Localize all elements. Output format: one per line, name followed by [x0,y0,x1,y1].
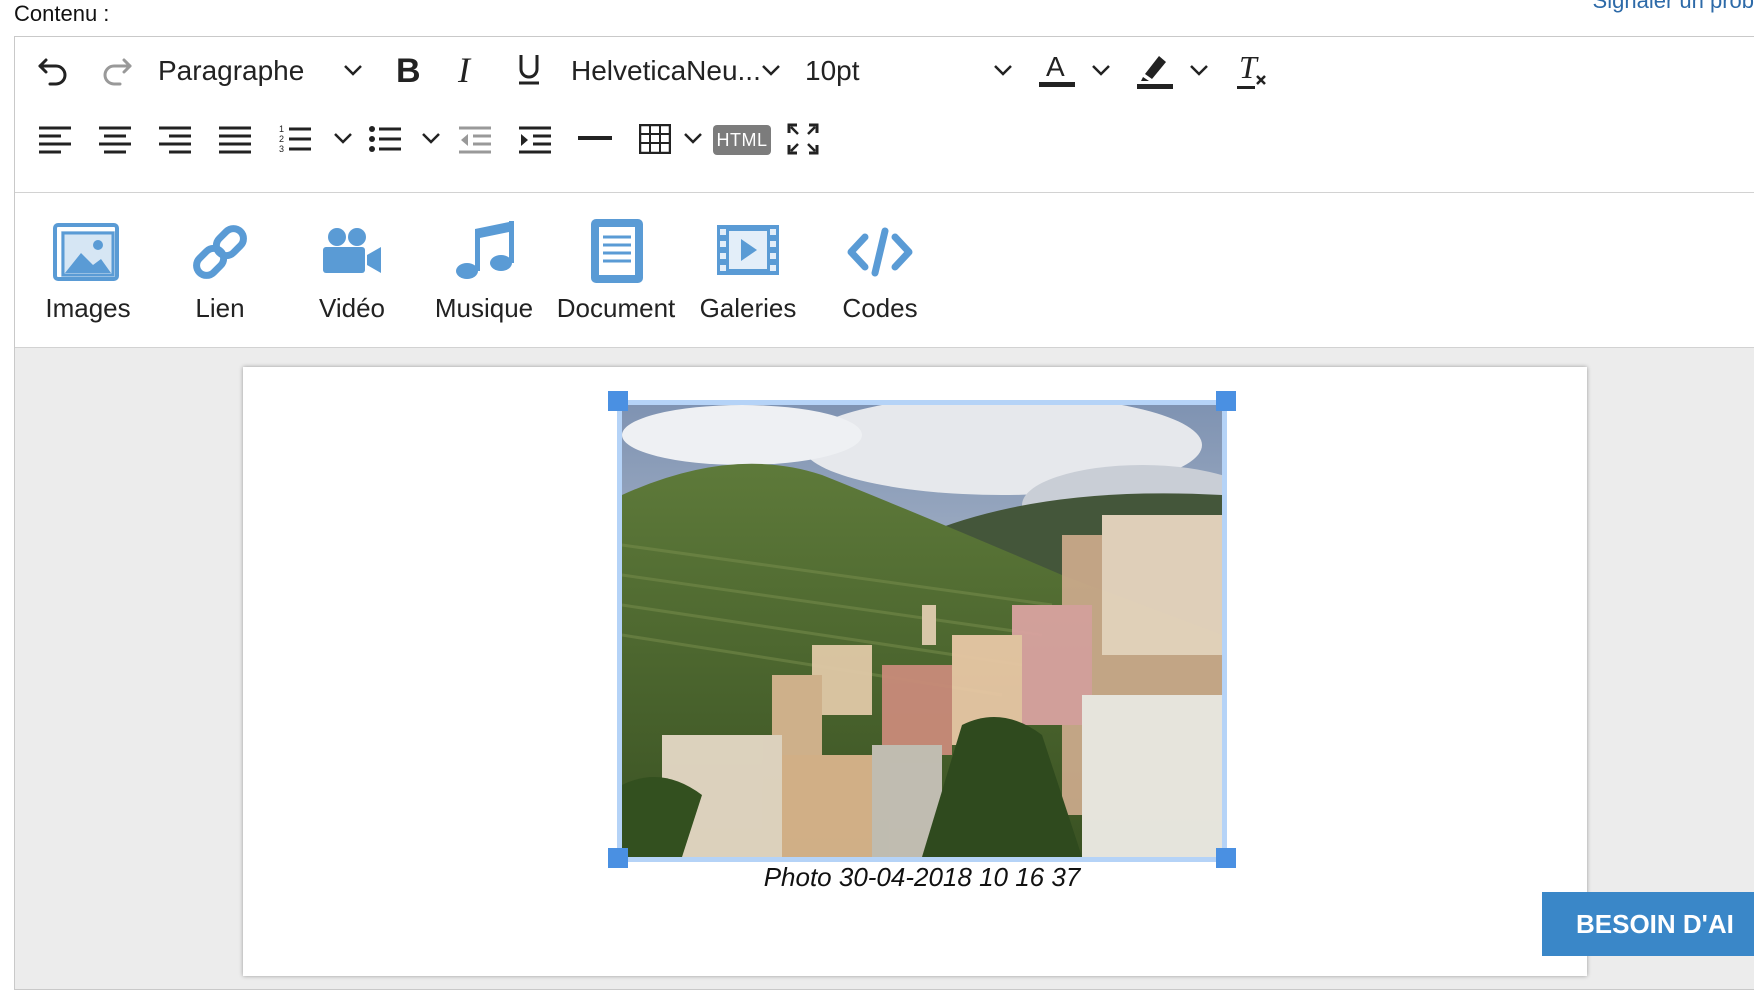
align-justify-icon [219,126,251,154]
bullet-list-icon [369,126,401,152]
document-icon [591,219,643,283]
clear-formatting-icon: T [1237,49,1266,89]
bold-icon: B [396,52,421,86]
images-icon [53,223,119,281]
insert-gallery-label: Galeries [699,293,797,323]
text-color-dropdown[interactable] [1091,63,1111,77]
svg-text:A: A [1046,51,1065,82]
insert-music-label: Musique [434,293,534,323]
resize-handle-top-right[interactable] [1216,391,1236,411]
block-format-value: Paragraphe [158,55,305,86]
align-justify-button[interactable] [217,121,253,157]
chevron-down-icon [761,63,781,77]
insert-code-label: Codes [842,293,918,323]
chevron-down-icon [684,133,702,144]
outdent-button[interactable] [457,121,493,157]
inserted-photo[interactable] [617,400,1227,862]
chevron-down-icon [334,133,352,144]
insert-gallery-button[interactable]: Galeries [683,193,813,347]
chevron-down-icon [422,133,440,144]
chevron-down-icon [343,63,363,77]
underline-button[interactable] [509,49,549,89]
underline-icon [519,55,539,85]
table-dropdown[interactable] [683,131,703,145]
insert-document-button[interactable]: Document [551,193,681,347]
insert-images-button[interactable]: Images [23,193,153,347]
svg-text:I: I [457,52,472,86]
insert-video-label: Vidéo [318,293,386,323]
insert-video-button[interactable]: Vidéo [287,193,417,347]
photo-caption[interactable]: Photo 30-04-2018 10 16 37 [617,862,1227,893]
font-size-value: 10pt [805,55,860,86]
table-button[interactable] [637,121,673,157]
italic-button[interactable]: I [447,49,487,89]
outdent-icon [459,126,491,154]
align-center-icon [99,126,131,154]
need-help-button[interactable]: BESOIN D'AI [1542,892,1754,956]
indent-icon [519,126,551,154]
align-right-icon [159,126,191,154]
insert-images-label: Images [45,293,131,323]
undo-button[interactable] [33,51,73,91]
text-color-button[interactable]: A [1035,47,1079,93]
bullet-list-button[interactable] [367,121,403,157]
insert-music-button[interactable]: Musique [419,193,549,347]
table-icon [639,124,671,154]
italic-icon: I [457,52,472,86]
highlight-color-dropdown[interactable] [1189,63,1209,77]
block-format-select[interactable]: Paragraphe [155,51,385,91]
align-left-icon [39,126,71,154]
numbered-list-button[interactable]: 123 [277,121,313,157]
insert-code-button[interactable]: Codes [815,193,945,347]
chevron-down-icon [1092,65,1110,76]
svg-text:3: 3 [279,144,284,154]
font-family-select[interactable]: HelveticaNeu... [571,51,791,91]
link-icon [193,225,247,279]
svg-text:2: 2 [279,134,284,144]
highlight-color-button[interactable] [1133,47,1177,93]
insert-link-label: Lien [195,293,245,323]
svg-text:1: 1 [279,124,284,134]
field-label: Contenu : [14,1,110,26]
font-family-value: HelveticaNeu... [571,55,761,86]
html-source-label: HTML [716,129,768,150]
font-size-select[interactable]: 10pt [805,51,1025,91]
insert-document-label: Document [556,293,676,323]
align-left-button[interactable] [37,121,73,157]
redo-icon [103,58,132,86]
film-strip-icon [717,225,779,275]
horizontal-rule-button[interactable] [577,121,613,157]
html-source-button[interactable]: HTML [713,125,771,155]
report-problem-link[interactable]: Signaler un prob [1593,0,1754,14]
bold-button[interactable]: B [387,49,427,89]
align-center-button[interactable] [97,121,133,157]
editor-toolbar: Paragraphe B I HelveticaNeu... 10pt A T … [15,37,1754,193]
landscape-photo [622,405,1222,857]
numbered-list-dropdown[interactable] [333,131,353,145]
chevron-down-icon [993,63,1013,77]
svg-text:B: B [396,52,421,86]
align-right-button[interactable] [157,121,193,157]
text-color-icon: A [1039,51,1075,87]
media-insert-bar: Images Lien Vidéo Musique Document Galer… [15,193,1754,348]
bullet-list-dropdown[interactable] [421,131,441,145]
fullscreen-button[interactable] [785,121,821,157]
music-note-icon [456,221,514,279]
code-icon [847,227,913,277]
highlighter-icon [1137,56,1173,89]
fullscreen-icon [787,123,819,155]
redo-button[interactable] [97,51,137,91]
numbered-list-icon: 123 [279,124,311,154]
horizontal-rule-icon [578,136,612,140]
clear-formatting-button[interactable]: T [1231,47,1275,93]
video-camera-icon [323,228,381,273]
svg-text:T: T [1239,49,1259,85]
chevron-down-icon [1190,65,1208,76]
indent-button[interactable] [517,121,553,157]
undo-icon [38,58,67,86]
insert-link-button[interactable]: Lien [155,193,285,347]
resize-handle-top-left[interactable] [608,391,628,411]
